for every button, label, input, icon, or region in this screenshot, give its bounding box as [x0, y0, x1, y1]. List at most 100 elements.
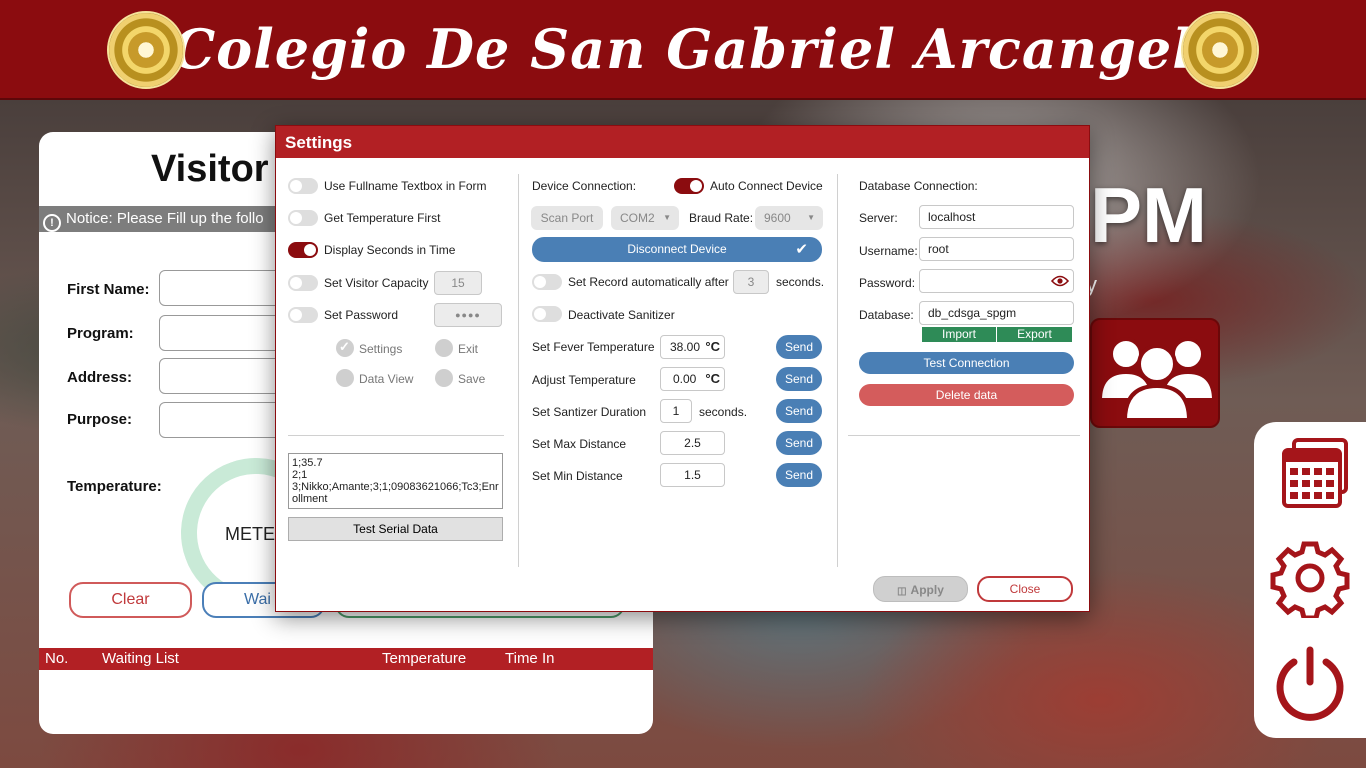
min-distance-input[interactable]: 1.5: [660, 463, 725, 487]
address-label: Address:: [67, 369, 133, 386]
fever-temperature-input[interactable]: 38.00 °C: [660, 335, 725, 359]
database-input[interactable]: db_cdsga_spgm: [919, 301, 1074, 325]
temperature-first-toggle[interactable]: [288, 210, 318, 226]
record-auto-toggle[interactable]: [532, 274, 562, 290]
sanitizer-duration-label: Set Santizer Duration: [532, 405, 647, 419]
program-label: Program:: [67, 325, 134, 342]
waiting-list-header: No. Waiting List Temperature Time In: [39, 648, 653, 670]
data-view-checkbox[interactable]: [336, 369, 354, 387]
calendar-icon: [1282, 438, 1348, 508]
info-icon: !: [43, 214, 61, 232]
max-distance-input[interactable]: 2.5: [660, 431, 725, 455]
delete-data-button[interactable]: Delete data: [859, 384, 1074, 406]
purpose-label: Purpose:: [67, 411, 133, 428]
db-password-input[interactable]: [919, 269, 1074, 293]
purpose-input[interactable]: [159, 402, 289, 438]
username-input[interactable]: root: [919, 237, 1074, 261]
scan-port-button[interactable]: Scan Port: [531, 206, 603, 230]
username-label: Username:: [859, 244, 918, 258]
clear-button[interactable]: Clear: [69, 582, 192, 618]
disconnect-device-button[interactable]: Disconnect Device ✔: [532, 237, 822, 262]
auto-connect-label: Auto Connect Device: [710, 179, 823, 193]
app-header: Colegio De San Gabriel Arcangel: [0, 0, 1366, 100]
deactivate-sanitizer-label: Deactivate Sanitizer: [568, 308, 675, 322]
school-seal-right: [1181, 11, 1259, 89]
send-sanitizer-button[interactable]: Send: [776, 399, 822, 423]
dialog-title: Settings: [276, 126, 1089, 158]
fullname-toggle[interactable]: [288, 178, 318, 194]
min-distance-label: Set Min Distance: [532, 469, 623, 483]
close-button[interactable]: Close: [977, 576, 1073, 602]
sanitizer-duration-input[interactable]: 1: [660, 399, 692, 423]
column-divider-2: [837, 174, 838, 567]
apply-button[interactable]: ◫ Apply: [873, 576, 968, 602]
col-time-in: Time In: [505, 650, 555, 667]
save-checkbox[interactable]: [435, 369, 453, 387]
notice-text: Notice: Please Fill up the follo: [66, 210, 264, 227]
settings-checkbox[interactable]: [336, 339, 354, 357]
celsius-unit: °C: [705, 371, 720, 386]
exit-checkbox-label: Exit: [458, 342, 479, 356]
exit-checkbox[interactable]: [435, 339, 453, 357]
eye-icon[interactable]: [1051, 274, 1069, 288]
com-port-value: COM2: [620, 211, 655, 225]
adjust-temperature-input[interactable]: 0.00 °C: [660, 367, 725, 391]
checkmark-icon: ✔: [795, 241, 808, 258]
visitor-capacity-input[interactable]: 15: [434, 271, 482, 295]
password-input[interactable]: ●●●●: [434, 303, 502, 327]
device-connection-label: Device Connection:: [532, 179, 637, 193]
deactivate-sanitizer-toggle[interactable]: [532, 306, 562, 322]
temperature-first-label: Get Temperature First: [324, 211, 441, 225]
fever-temperature-value: 38.00: [670, 340, 701, 354]
power-icon: [1276, 646, 1344, 721]
program-input[interactable]: [159, 315, 289, 351]
disconnect-label: Disconnect Device: [627, 242, 727, 256]
display-seconds-toggle[interactable]: [288, 242, 318, 258]
data-view-checkbox-label: Data View: [359, 372, 414, 386]
settings-checkbox-label: Settings: [359, 342, 403, 356]
col-temperature: Temperature: [382, 650, 467, 667]
server-label: Server:: [859, 211, 898, 225]
display-seconds-label: Display Seconds in Time: [324, 243, 456, 257]
serial-data-textarea[interactable]: 1;35.7 2;1 3;Nikko;Amante;3;1;0908362106…: [288, 453, 503, 509]
db-password-label: Password:: [859, 276, 916, 290]
settings-button[interactable]: [1270, 538, 1350, 621]
left-divider: [288, 435, 504, 436]
app-name-text: PM: [1090, 171, 1207, 259]
baud-rate-label: Braud Rate:: [689, 211, 754, 225]
password-toggle[interactable]: [288, 307, 318, 323]
db-connection-label: Database Connection:: [859, 179, 978, 193]
adjust-temperature-label: Adjust Temperature: [532, 373, 636, 387]
first-name-input[interactable]: [159, 270, 289, 306]
auto-connect-toggle[interactable]: [674, 178, 704, 194]
send-fever-button[interactable]: Send: [776, 335, 822, 359]
com-port-select[interactable]: COM2 ▼: [611, 206, 679, 230]
export-button[interactable]: Export: [997, 327, 1072, 342]
users-group-icon: [1097, 337, 1217, 422]
baud-rate-select[interactable]: 9600 ▼: [755, 206, 823, 230]
power-button[interactable]: [1270, 644, 1350, 724]
side-menu: [1254, 422, 1366, 738]
server-input[interactable]: localhost: [919, 205, 1074, 229]
send-adjust-button[interactable]: Send: [776, 367, 822, 391]
visitors-group-button[interactable]: [1090, 318, 1220, 428]
visitor-title: Visitor: [151, 148, 269, 190]
test-connection-button[interactable]: Test Connection: [859, 352, 1074, 374]
record-seconds-input[interactable]: 3: [733, 270, 769, 294]
save-checkbox-label: Save: [458, 372, 486, 386]
visitor-capacity-toggle[interactable]: [288, 275, 318, 291]
school-seal-left: [107, 11, 185, 89]
address-input[interactable]: [159, 358, 289, 394]
baud-rate-value: 9600: [764, 211, 791, 225]
import-button[interactable]: Import: [922, 327, 996, 342]
database-label: Database:: [859, 308, 914, 322]
test-serial-button[interactable]: Test Serial Data: [288, 517, 503, 541]
max-distance-label: Set Max Distance: [532, 437, 627, 451]
send-max-distance-button[interactable]: Send: [776, 431, 822, 455]
temperature-label: Temperature:: [67, 478, 162, 495]
settings-dialog: Settings Use Fullname Textbox in Form Ge…: [275, 125, 1090, 612]
col-no: No.: [45, 650, 69, 667]
send-min-distance-button[interactable]: Send: [776, 463, 822, 487]
adjust-temperature-value: 0.00: [673, 372, 697, 386]
calendar-button[interactable]: [1270, 438, 1350, 518]
